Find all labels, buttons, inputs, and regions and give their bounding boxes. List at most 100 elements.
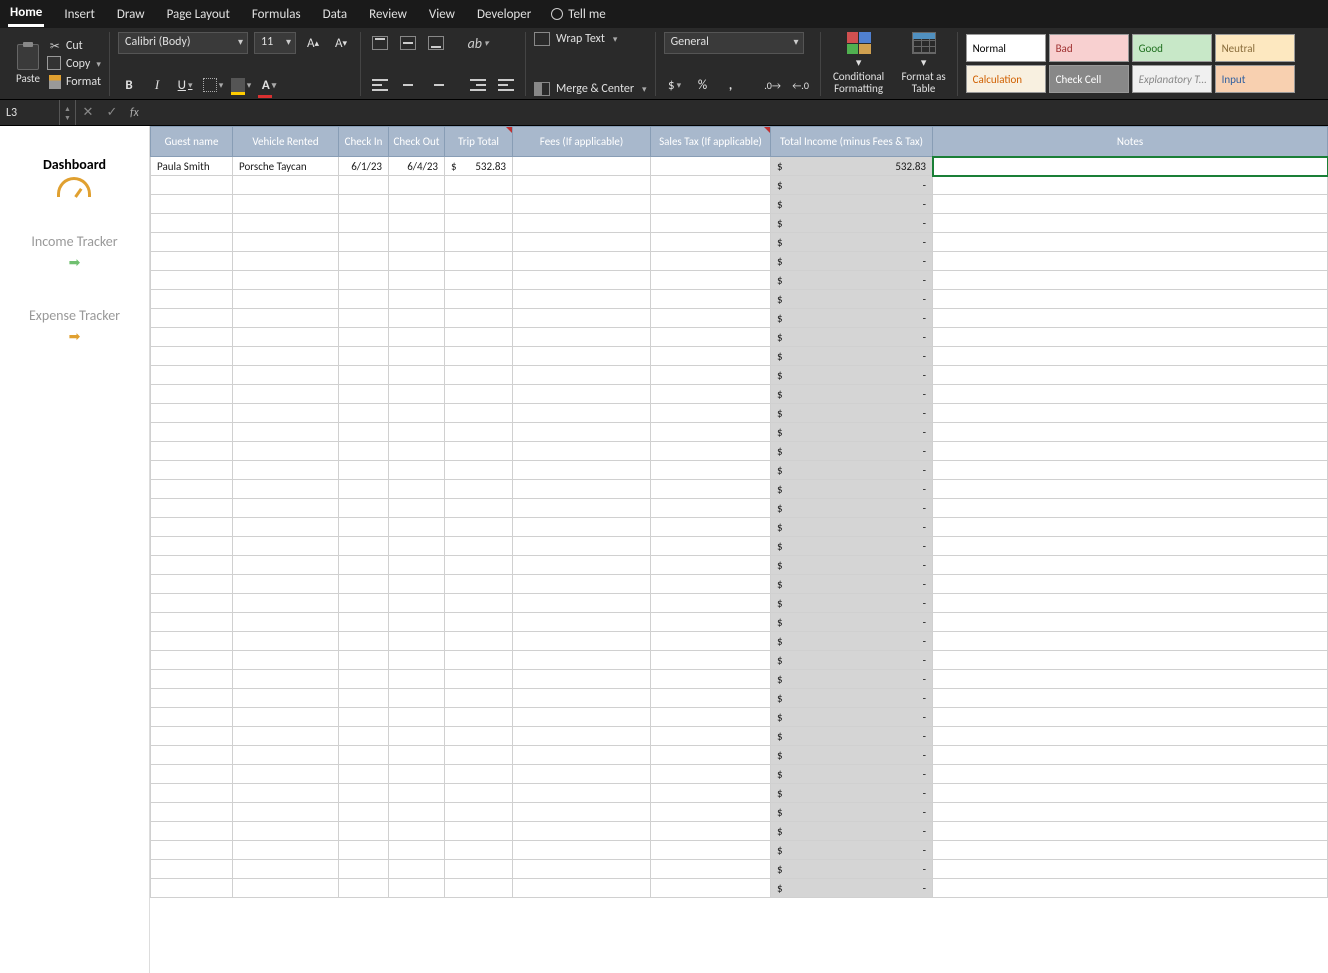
cell[interactable]	[151, 518, 233, 537]
increase-font-button[interactable]: A▴	[302, 32, 324, 54]
cell[interactable]	[933, 556, 1328, 575]
cell-style-check-cell[interactable]: Check Cell	[1049, 65, 1129, 93]
align-left-button[interactable]	[369, 74, 391, 96]
cell[interactable]	[513, 366, 651, 385]
cell[interactable]	[513, 537, 651, 556]
cell[interactable]	[233, 271, 339, 290]
format-as-table-button[interactable]: ▾ Format as Table	[899, 32, 949, 95]
paste-button[interactable]: Paste	[16, 44, 40, 85]
cell[interactable]	[651, 670, 771, 689]
cell-style-bad[interactable]: Bad	[1049, 34, 1129, 62]
cell[interactable]	[445, 727, 513, 746]
cell[interactable]	[151, 860, 233, 879]
cell[interactable]	[389, 803, 445, 822]
cell[interactable]	[233, 537, 339, 556]
align-middle-button[interactable]	[397, 32, 419, 54]
cell[interactable]	[339, 385, 389, 404]
cell[interactable]	[933, 214, 1328, 233]
cell[interactable]	[651, 347, 771, 366]
cell-style-input[interactable]: Input	[1215, 65, 1295, 93]
cell[interactable]	[151, 613, 233, 632]
cell[interactable]	[389, 613, 445, 632]
align-center-button[interactable]	[397, 74, 419, 96]
cell[interactable]	[513, 594, 651, 613]
cell[interactable]	[389, 575, 445, 594]
sheet-nav-expense-tracker[interactable]: Expense Tracker➡	[29, 307, 120, 345]
cell[interactable]: Porsche Taycan	[233, 157, 339, 176]
cell[interactable]	[151, 442, 233, 461]
cell[interactable]	[513, 271, 651, 290]
cell[interactable]	[389, 879, 445, 898]
ribbon-tab-draw[interactable]: Draw	[115, 3, 147, 26]
cell[interactable]	[389, 822, 445, 841]
cell[interactable]	[445, 670, 513, 689]
align-right-button[interactable]	[425, 74, 447, 96]
cell[interactable]	[389, 271, 445, 290]
cell[interactable]	[233, 195, 339, 214]
cell[interactable]	[513, 556, 651, 575]
cell[interactable]	[445, 841, 513, 860]
cell[interactable]	[513, 860, 651, 879]
cell[interactable]: $-	[771, 404, 933, 423]
cell-style-explanatory-t-[interactable]: Explanatory T...	[1132, 65, 1212, 93]
ribbon-tab-formulas[interactable]: Formulas	[250, 3, 303, 26]
cancel-formula-button[interactable]: ✕	[76, 105, 100, 120]
cell[interactable]	[151, 594, 233, 613]
cell[interactable]	[933, 309, 1328, 328]
cell[interactable]	[445, 461, 513, 480]
cell[interactable]	[933, 176, 1328, 195]
cell[interactable]	[151, 423, 233, 442]
cell[interactable]	[233, 423, 339, 442]
cell[interactable]	[933, 670, 1328, 689]
cell[interactable]	[513, 746, 651, 765]
cell[interactable]	[389, 461, 445, 480]
ribbon-tab-developer[interactable]: Developer	[475, 3, 533, 26]
cell[interactable]	[233, 632, 339, 651]
cell[interactable]	[933, 233, 1328, 252]
cell[interactable]	[233, 252, 339, 271]
cell[interactable]	[389, 423, 445, 442]
cell[interactable]	[445, 271, 513, 290]
cell[interactable]	[233, 233, 339, 252]
cell[interactable]	[513, 803, 651, 822]
cell[interactable]	[445, 784, 513, 803]
cell[interactable]	[151, 461, 233, 480]
cell[interactable]	[933, 651, 1328, 670]
comma-button[interactable]: ,	[720, 74, 742, 96]
borders-button[interactable]: ▾	[202, 74, 224, 96]
cell[interactable]: $-	[771, 632, 933, 651]
cell[interactable]	[389, 518, 445, 537]
cell[interactable]	[513, 670, 651, 689]
cell[interactable]	[933, 328, 1328, 347]
cell[interactable]	[389, 765, 445, 784]
cell[interactable]	[651, 423, 771, 442]
cell[interactable]	[233, 480, 339, 499]
align-bottom-button[interactable]	[425, 32, 447, 54]
cell[interactable]	[151, 841, 233, 860]
cell[interactable]	[513, 176, 651, 195]
cell[interactable]	[389, 214, 445, 233]
cell[interactable]	[445, 442, 513, 461]
cell[interactable]	[445, 252, 513, 271]
cell[interactable]	[513, 214, 651, 233]
cell[interactable]	[445, 518, 513, 537]
cell[interactable]	[389, 689, 445, 708]
cell[interactable]	[389, 347, 445, 366]
cell[interactable]	[513, 499, 651, 518]
name-box[interactable]: L3	[0, 100, 60, 125]
cell[interactable]	[389, 708, 445, 727]
cell[interactable]	[513, 784, 651, 803]
cell[interactable]: $-	[771, 841, 933, 860]
font-name-select[interactable]: Calibri (Body)	[118, 32, 248, 54]
cell[interactable]	[445, 366, 513, 385]
cell[interactable]	[233, 765, 339, 784]
cell[interactable]	[933, 803, 1328, 822]
cell[interactable]	[389, 499, 445, 518]
cell[interactable]	[933, 575, 1328, 594]
cell[interactable]	[339, 879, 389, 898]
number-format-select[interactable]: General	[664, 32, 804, 54]
cell[interactable]: $-	[771, 765, 933, 784]
cell[interactable]	[151, 537, 233, 556]
cell[interactable]	[651, 822, 771, 841]
cell[interactable]	[651, 176, 771, 195]
